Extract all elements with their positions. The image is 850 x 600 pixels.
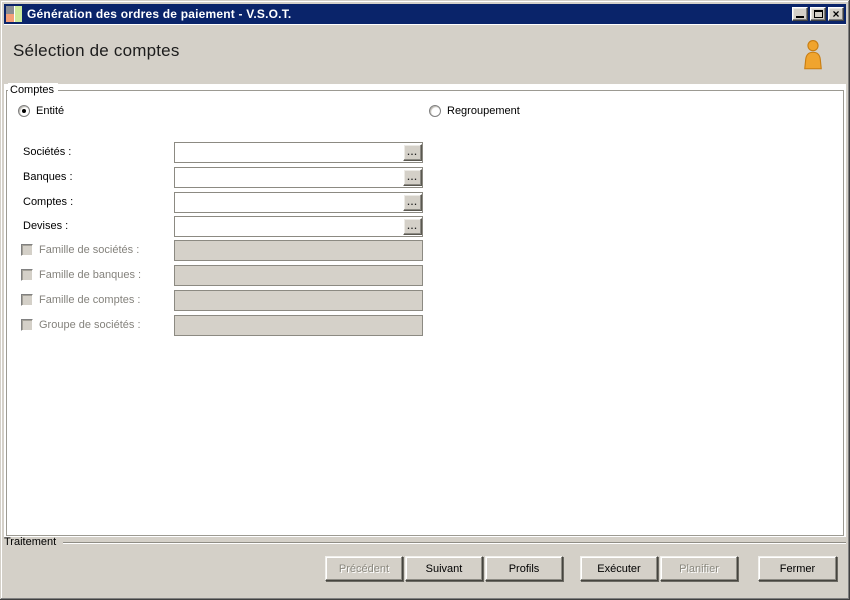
devises-label: Devises : (23, 220, 69, 232)
fermer-button[interactable]: Fermer (758, 556, 837, 581)
banques-label: Banques : (23, 171, 73, 183)
famille-comptes-input (174, 290, 423, 311)
app-icon-gray-square (6, 6, 14, 14)
devises-input[interactable] (174, 216, 423, 237)
famille-societes-checkbox (21, 244, 33, 256)
famille-banques-input (174, 265, 423, 286)
app-icon-salmon-square (6, 14, 14, 22)
radio-row: Entité Regroupement (7, 105, 843, 119)
radio-entite[interactable] (18, 105, 30, 117)
traitement-groupbox-line (63, 542, 846, 544)
minimize-button[interactable] (792, 7, 808, 21)
titlebar[interactable]: Génération des ordres de paiement - V.S.… (4, 4, 846, 24)
radio-entite-label: Entité (36, 105, 65, 117)
close-button[interactable]: × (828, 7, 844, 21)
app-icon-green-square (15, 6, 22, 22)
radio-regroupement[interactable] (429, 105, 441, 117)
maximize-icon (814, 10, 823, 18)
comptes-browse-button[interactable]: ... (403, 194, 422, 211)
societes-input[interactable] (174, 142, 423, 163)
societes-browse-button[interactable]: ... (403, 144, 422, 161)
comptes-groupbox: Comptes Entité Regroupement Sociétés : .… (6, 83, 844, 536)
user-person-icon (804, 40, 822, 70)
famille-comptes-checkbox (21, 294, 33, 306)
devises-browse-button[interactable]: ... (403, 218, 422, 235)
famille-societes-label: Famille de sociétés : (39, 244, 140, 256)
dialog-window: Génération des ordres de paiement - V.S.… (0, 0, 850, 600)
groupe-societes-checkbox (21, 319, 33, 331)
comptes-input[interactable] (174, 192, 423, 213)
traitement-groupbox-label: Traitement (4, 536, 57, 548)
suivant-button[interactable]: Suivant (405, 556, 483, 581)
planifier-button: Planifier (660, 556, 738, 581)
famille-societes-input (174, 240, 423, 261)
banques-browse-button[interactable]: ... (403, 169, 422, 186)
footer: Traitement Précédent Suivant Profils Exé… (4, 536, 846, 596)
groupe-societes-label: Groupe de sociétés : (39, 319, 141, 331)
famille-comptes-label: Famille de comptes : (39, 294, 141, 306)
window-title: Génération des ordres de paiement - V.S.… (27, 7, 292, 21)
minimize-icon (796, 16, 804, 18)
comptes-label: Comptes : (23, 196, 74, 208)
comptes-groupbox-label: Comptes (8, 83, 59, 97)
groupe-societes-input (174, 315, 423, 336)
content-panel: Comptes Entité Regroupement Sociétés : .… (4, 83, 846, 537)
famille-banques-checkbox (21, 269, 33, 281)
app-icon (6, 6, 22, 22)
precedent-button: Précédent (325, 556, 403, 581)
profils-button[interactable]: Profils (485, 556, 563, 581)
radio-regroupement-label: Regroupement (447, 105, 520, 117)
radio-entite-dot (22, 109, 26, 113)
maximize-button[interactable] (810, 7, 826, 21)
famille-banques-label: Famille de banques : (39, 269, 142, 281)
executer-button[interactable]: Exécuter (580, 556, 658, 581)
page-title: Sélection de comptes (13, 41, 180, 60)
header: Sélection de comptes (4, 24, 846, 84)
societes-label: Sociétés : (23, 146, 72, 158)
banques-input[interactable] (174, 167, 423, 188)
close-icon: × (832, 7, 840, 21)
